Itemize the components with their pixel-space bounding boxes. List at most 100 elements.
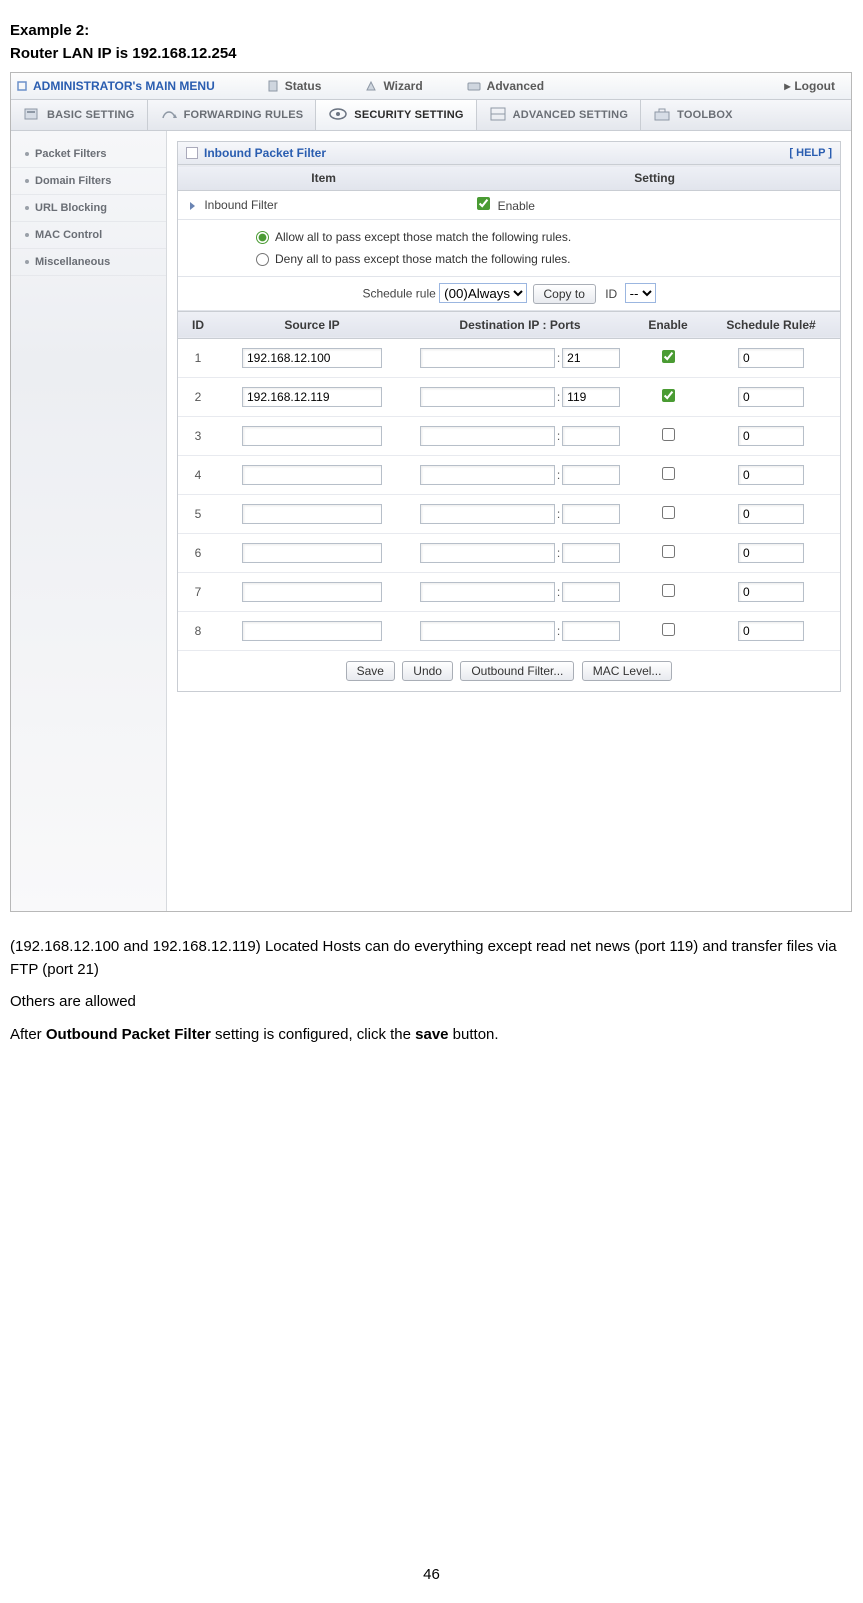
undo-button[interactable]: Undo [402,661,453,681]
schedule-rule-input[interactable] [738,465,804,485]
cell-id: 3 [178,416,218,455]
tab-forwarding-rules[interactable]: FORWARDING RULES [148,100,317,130]
outbound-filter-button[interactable]: Outbound Filter... [460,661,574,681]
cell-dest: : [406,416,634,455]
source-ip-input[interactable] [242,387,382,407]
enable-row-checkbox[interactable] [662,623,675,636]
bullet-icon [25,233,29,237]
admin-main-menu: ADMINISTRATOR's MAIN MENU [17,79,245,93]
square-icon [17,81,27,91]
schedule-rule-label: Schedule rule [362,287,435,301]
tab-security-setting[interactable]: SECURITY SETTING [316,100,476,130]
topbar-logout[interactable]: ▸ Logout [784,79,845,93]
sidebar-item-mac-control[interactable]: MAC Control [11,222,166,249]
cell-id: 4 [178,455,218,494]
basic-icon [23,106,41,125]
schedule-rule-select[interactable]: (00)Always [439,283,527,303]
radio-allow[interactable] [256,231,269,244]
topbar-status-label: Status [285,79,322,93]
schedule-rule-input[interactable] [738,621,804,641]
source-ip-input[interactable] [242,621,382,641]
dest-ip-input[interactable] [420,348,555,368]
source-ip-input[interactable] [242,348,382,368]
enable-row-checkbox[interactable] [662,506,675,519]
tab-basic-setting[interactable]: BASIC SETTING [11,100,148,130]
dest-ip-input[interactable] [420,621,555,641]
port-input[interactable] [562,582,620,602]
topbar-advanced-label: Advanced [487,79,544,93]
port-input[interactable] [562,621,620,641]
th-setting: Setting [469,166,840,191]
dest-ip-input[interactable] [420,543,555,563]
schedule-rule-input[interactable] [738,348,804,368]
sidebar: Packet Filters Domain Filters URL Blocki… [11,131,167,911]
source-ip-input[interactable] [242,504,382,524]
sidebar-item-domain-filters[interactable]: Domain Filters [11,168,166,195]
enable-row-checkbox[interactable] [662,389,675,402]
topbar-wizard[interactable]: Wizard [343,79,444,93]
source-ip-input[interactable] [242,465,382,485]
enable-row-checkbox[interactable] [662,350,675,363]
port-input[interactable] [562,543,620,563]
schedule-rule-input[interactable] [738,582,804,602]
dest-ip-input[interactable] [420,465,555,485]
cell-sched [702,572,840,611]
colon-separator: : [557,546,560,560]
source-ip-input[interactable] [242,582,382,602]
tab-toolbox[interactable]: TOOLBOX [641,100,745,130]
enable-row-checkbox[interactable] [662,584,675,597]
dest-ip-input[interactable] [420,504,555,524]
port-input[interactable] [562,426,620,446]
cell-source [218,338,406,377]
port-input[interactable] [562,348,620,368]
inbound-filter-label: Inbound Filter [204,198,277,212]
topbar-logout-label: Logout [794,79,835,93]
dest-ip-input[interactable] [420,387,555,407]
th-id: ID [178,311,218,338]
table-row: 8: [178,611,840,650]
help-link[interactable]: [ HELP ] [789,147,832,159]
port-input[interactable] [562,465,620,485]
dest-ip-input[interactable] [420,426,555,446]
enable-row-checkbox[interactable] [662,428,675,441]
cell-sched [702,416,840,455]
enable-row-checkbox[interactable] [662,545,675,558]
port-input[interactable] [562,387,620,407]
sidebar-item-miscellaneous[interactable]: Miscellaneous [11,249,166,276]
sidebar-item-packet-filters[interactable]: Packet Filters [11,141,166,168]
tab-forwarding-label: FORWARDING RULES [184,109,304,121]
mac-level-button[interactable]: MAC Level... [582,661,673,681]
toolbox-icon [653,106,671,125]
admin-main-menu-label: ADMINISTRATOR's MAIN MENU [33,79,215,93]
cell-sched [702,494,840,533]
p3-mid: setting is configured, click the [211,1026,415,1043]
colon-separator: : [557,624,560,638]
th-dest: Destination IP : Ports [406,311,634,338]
dest-ip-input[interactable] [420,582,555,602]
source-ip-input[interactable] [242,543,382,563]
inbound-filter-cell: Inbound Filter [178,191,469,220]
sidebar-item-url-blocking[interactable]: URL Blocking [11,195,166,222]
topbar-advanced[interactable]: Advanced [445,79,566,93]
topbar-status[interactable]: Status [245,79,344,93]
tab-advanced-setting[interactable]: ADVANCED SETTING [477,100,641,130]
copy-to-button[interactable]: Copy to [533,284,596,304]
id-select[interactable]: -- [625,283,656,303]
schedule-rule-input[interactable] [738,543,804,563]
topbar-wizard-label: Wizard [383,79,422,93]
source-ip-input[interactable] [242,426,382,446]
schedule-rule-input[interactable] [738,387,804,407]
cell-id: 5 [178,494,218,533]
schedule-rule-input[interactable] [738,504,804,524]
radio-deny[interactable] [256,253,269,266]
cell-source [218,494,406,533]
save-button[interactable]: Save [346,661,395,681]
enable-checkbox[interactable] [477,197,490,210]
wizard-icon [365,80,377,92]
radio-allow-label: Allow all to pass except those match the… [275,230,571,244]
schedule-rule-input[interactable] [738,426,804,446]
th-item: Item [178,166,469,191]
cell-dest: : [406,611,634,650]
port-input[interactable] [562,504,620,524]
enable-row-checkbox[interactable] [662,467,675,480]
